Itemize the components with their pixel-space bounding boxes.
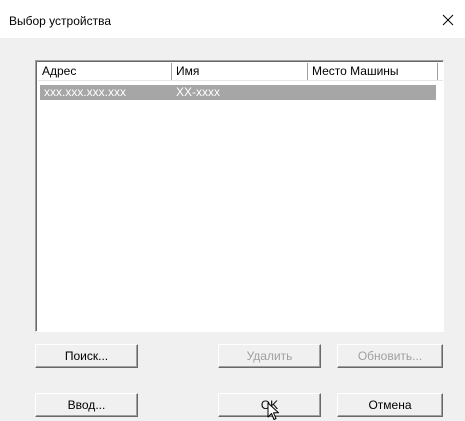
dialog-title: Выбор устройства [9, 14, 112, 28]
cell-location [308, 85, 436, 100]
close-icon [442, 14, 454, 26]
delete-button[interactable]: Удалить [218, 344, 321, 368]
cancel-button[interactable]: Отмена [337, 393, 443, 417]
enter-button[interactable]: Ввод... [35, 393, 138, 417]
device-list[interactable]: Адрес Имя Место Машины xxx.xxx.xxx.xxx X… [35, 60, 444, 332]
list-header: Адрес Имя Место Машины [38, 63, 443, 81]
list-rows: xxx.xxx.xxx.xxx XX-xxxx [40, 85, 436, 100]
column-header-name[interactable]: Имя [172, 63, 308, 81]
device-select-dialog: Выбор устройства Адрес Имя Место Машины … [0, 0, 465, 421]
search-button[interactable]: Поиск... [35, 344, 138, 368]
column-header-location[interactable]: Место Машины [308, 63, 438, 81]
column-header-filler [438, 63, 443, 81]
title-bar: Выбор устройства [0, 0, 465, 38]
cell-name: XX-xxxx [176, 85, 221, 99]
close-button[interactable] [433, 6, 463, 34]
header-divider [38, 80, 443, 81]
table-row[interactable]: xxx.xxx.xxx.xxx XX-xxxx [40, 85, 436, 100]
cell-address: xxx.xxx.xxx.xxx [44, 85, 127, 99]
ok-button[interactable]: OK [218, 393, 321, 417]
column-header-address[interactable]: Адрес [38, 63, 172, 81]
update-button[interactable]: Обновить... [337, 344, 443, 368]
